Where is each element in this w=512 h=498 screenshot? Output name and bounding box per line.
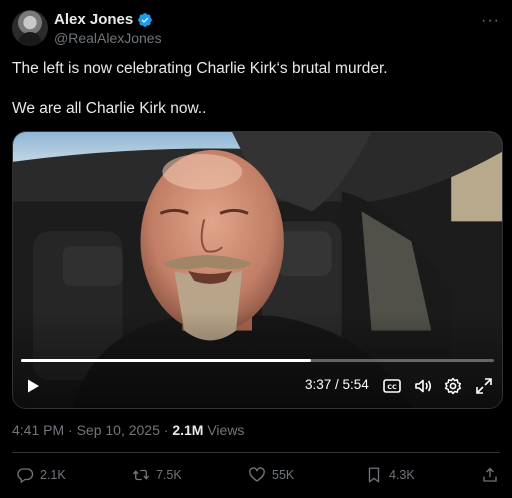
reply-count: 2.1K xyxy=(40,468,66,482)
tweet-header: Alex Jones @RealAlexJones ··· xyxy=(12,10,500,50)
tweet-actions: 2.1K 7.5K 55K 4.3K xyxy=(0,462,512,490)
play-icon[interactable] xyxy=(25,378,41,394)
views-label: Views xyxy=(203,422,245,438)
video-controls: 3:37 / 5:54 CC xyxy=(13,364,502,408)
reply-button[interactable]: 2.1K xyxy=(16,466,66,484)
reply-icon xyxy=(17,468,34,483)
bookmark-icon xyxy=(368,467,380,483)
fullscreen-icon[interactable] xyxy=(474,376,494,396)
volume-icon[interactable] xyxy=(413,376,433,396)
svg-text:CC: CC xyxy=(387,383,397,391)
like-count: 55K xyxy=(272,468,295,482)
author-display-name[interactable]: Alex Jones xyxy=(54,11,133,28)
views-count: 2.1M xyxy=(172,422,204,438)
avatar[interactable] xyxy=(12,10,48,46)
repost-button[interactable]: 7.5K xyxy=(132,466,182,484)
repost-count: 7.5K xyxy=(156,468,182,482)
more-options-icon[interactable]: ··· xyxy=(481,12,500,30)
repost-icon xyxy=(132,469,150,481)
like-button[interactable]: 55K xyxy=(248,466,294,484)
name-row: Alex Jones xyxy=(54,11,153,28)
video-progress-bar[interactable] xyxy=(21,359,494,362)
video-player[interactable]: 3:37 / 5:54 CC xyxy=(12,131,503,409)
tweet-line-2: We are all Charlie Kirk now.. xyxy=(12,100,207,117)
share-icon xyxy=(483,467,497,482)
tweet-timestamp[interactable]: 4:41 PM · Sep 10, 2025 · xyxy=(12,422,172,438)
heart-icon xyxy=(249,467,265,482)
author-handle[interactable]: @RealAlexJones xyxy=(54,30,162,46)
captions-icon[interactable]: CC xyxy=(382,376,402,396)
divider xyxy=(12,452,500,453)
tweet-meta: 4:41 PM · Sep 10, 2025 · 2.1M Views xyxy=(12,422,244,438)
bookmark-count: 4.3K xyxy=(389,468,415,482)
tweet-text: The left is now celebrating Charlie Kirk… xyxy=(12,59,500,119)
bookmark-button[interactable]: 4.3K xyxy=(365,466,415,484)
share-button[interactable] xyxy=(481,466,499,484)
video-time: 3:37 / 5:54 xyxy=(305,377,369,392)
verified-badge-icon xyxy=(138,12,153,27)
settings-icon[interactable] xyxy=(443,376,463,396)
video-progress-fill xyxy=(21,359,311,362)
tweet-line-1: The left is now celebrating Charlie Kirk… xyxy=(12,60,388,77)
